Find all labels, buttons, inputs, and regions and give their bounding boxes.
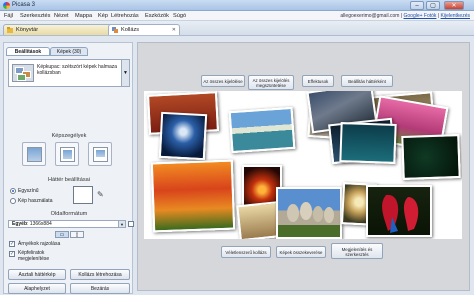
user-links: allegoexerimo@gmail.com | Google+ Fotók … bbox=[340, 13, 470, 19]
tab-pictures[interactable]: Képek (30) bbox=[50, 47, 88, 56]
captions-checkbox[interactable]: ✓ bbox=[9, 251, 15, 257]
collage-canvas[interactable] bbox=[144, 91, 462, 239]
window-title: Picasa 3 bbox=[12, 2, 36, 8]
collage-type-label: Képkupac: szétszórt képek halmaza kolláz… bbox=[37, 64, 118, 76]
border-section-title: Képszegélyek bbox=[51, 133, 87, 139]
parrot-icon bbox=[382, 194, 419, 233]
user-email: allegoexerimo@gmail.com bbox=[340, 13, 400, 19]
border-options bbox=[22, 142, 116, 174]
tab-strip: Könyvtár Kollázs ✕ bbox=[0, 21, 474, 36]
photo-jellyfish[interactable] bbox=[158, 111, 208, 161]
shuffle-pictures-button[interactable]: Képek összekeverése bbox=[276, 246, 326, 258]
dropdown-arrow-icon[interactable]: ▼ bbox=[121, 60, 129, 86]
photo-mount-rushmore[interactable] bbox=[276, 187, 342, 239]
tab-collage-label: Kollázs bbox=[121, 27, 140, 33]
menu-picture[interactable]: Kép bbox=[98, 13, 108, 19]
use-image-label: Kép használata bbox=[18, 198, 53, 204]
collage-icon bbox=[112, 27, 118, 33]
photo-cyclist-lake[interactable] bbox=[228, 106, 296, 154]
landscape-icon[interactable]: ▭ bbox=[55, 231, 69, 238]
select-all-button[interactable]: Az összes kijelölése bbox=[201, 75, 245, 87]
menu-tools[interactable]: Eszközök bbox=[145, 13, 169, 19]
format-extra-checkbox[interactable] bbox=[128, 221, 134, 227]
page-format-select[interactable]: Egyéb: 1366x884 ▼ bbox=[8, 220, 126, 228]
collage-type-thumbnail bbox=[12, 64, 34, 82]
collage-type-select[interactable]: Képkupac: szétszórt képek halmaza kolláz… bbox=[8, 59, 130, 87]
sign-out-link[interactable]: Kijelentkezés bbox=[441, 13, 470, 19]
separator: | bbox=[400, 13, 403, 19]
collage-workspace: Az összes kijelölése Az összes kijelölés… bbox=[137, 42, 470, 291]
format-value-bold: Egyéb bbox=[12, 221, 28, 227]
captions-label: Képfeliratok megjelenítése bbox=[18, 250, 50, 262]
solid-color-radio[interactable] bbox=[10, 188, 16, 194]
view-and-edit-button[interactable]: Megjelenítés és szerkesztés bbox=[331, 243, 383, 259]
maximize-button[interactable]: ▢ bbox=[426, 1, 440, 10]
background-section-title: Háttér beállításai bbox=[48, 177, 90, 183]
google-photos-link[interactable]: Google+ Fotók bbox=[404, 13, 437, 19]
dropdown-arrow-icon[interactable]: ▼ bbox=[118, 221, 125, 227]
set-background-button[interactable]: Asztali háttérkép bbox=[8, 269, 66, 280]
background-color-swatch[interactable] bbox=[73, 186, 93, 204]
effects-button[interactable]: Effektusok bbox=[302, 75, 334, 87]
photo-parrots[interactable] bbox=[366, 185, 432, 237]
border-white-button[interactable] bbox=[55, 142, 79, 166]
create-collage-button[interactable]: Kollázs létrehozása bbox=[70, 269, 130, 280]
menu-edit[interactable]: Szerkesztés bbox=[20, 13, 50, 19]
photo-tulip-field[interactable] bbox=[150, 159, 236, 233]
tab-collage[interactable]: Kollázs ✕ bbox=[108, 24, 180, 35]
border-none-button[interactable] bbox=[22, 142, 46, 166]
faces-icon bbox=[287, 202, 334, 223]
separator: | bbox=[437, 13, 440, 19]
folder-icon bbox=[7, 27, 13, 33]
close-window-button[interactable]: ✕ bbox=[444, 1, 464, 10]
menu-file[interactable]: Fájl bbox=[4, 13, 13, 19]
portrait-icon[interactable]: ▯ bbox=[70, 231, 84, 238]
solid-color-label: Egyszínű bbox=[18, 188, 39, 194]
shadows-checkbox[interactable]: ✓ bbox=[9, 241, 15, 247]
tab-library-label: Könyvtár bbox=[16, 27, 39, 33]
panel-subtabs: Beállítások Képek (30) bbox=[6, 47, 132, 56]
tab-settings[interactable]: Beállítások bbox=[6, 47, 50, 56]
shadows-label: Árnyékok rajzolása bbox=[18, 241, 61, 247]
picasa-logo-icon bbox=[3, 2, 10, 9]
reset-button[interactable]: Alaphelyzet bbox=[8, 283, 66, 294]
menu-bar: Fájl Szerkesztés Nézet Mappa Kép Létreho… bbox=[0, 11, 474, 21]
eyedropper-icon[interactable]: ✎ bbox=[97, 190, 104, 199]
photo-underwater[interactable] bbox=[339, 122, 397, 164]
menu-view[interactable]: Nézet bbox=[54, 13, 69, 19]
close-collage-button[interactable]: Bezárás bbox=[70, 283, 130, 294]
border-polaroid-button[interactable] bbox=[88, 142, 112, 166]
menu-folder[interactable]: Mappa bbox=[75, 13, 92, 19]
deselect-all-button[interactable]: Az összes kijelölés megszüntetése bbox=[248, 75, 294, 90]
tab-close-icon[interactable]: ✕ bbox=[172, 25, 176, 35]
minimize-button[interactable]: – bbox=[410, 1, 424, 10]
title-bar: Picasa 3 – ▢ ✕ bbox=[0, 0, 474, 11]
random-collage-button[interactable]: Véletlenszerű kollázs bbox=[221, 246, 271, 258]
photo-dark-leaves[interactable] bbox=[401, 134, 461, 180]
menu-help[interactable]: Súgó bbox=[173, 13, 186, 19]
format-value: : 1366x884 bbox=[27, 221, 52, 227]
page-format-title: Oldalformátum bbox=[50, 211, 88, 217]
collage-settings-panel: Beállítások Képek (30) Képkupac: szétszó… bbox=[3, 42, 134, 294]
set-as-background-button[interactable]: Beállítás háttérként bbox=[341, 75, 393, 87]
menu-create[interactable]: Létrehozás bbox=[111, 13, 139, 19]
use-image-radio[interactable] bbox=[10, 198, 16, 204]
